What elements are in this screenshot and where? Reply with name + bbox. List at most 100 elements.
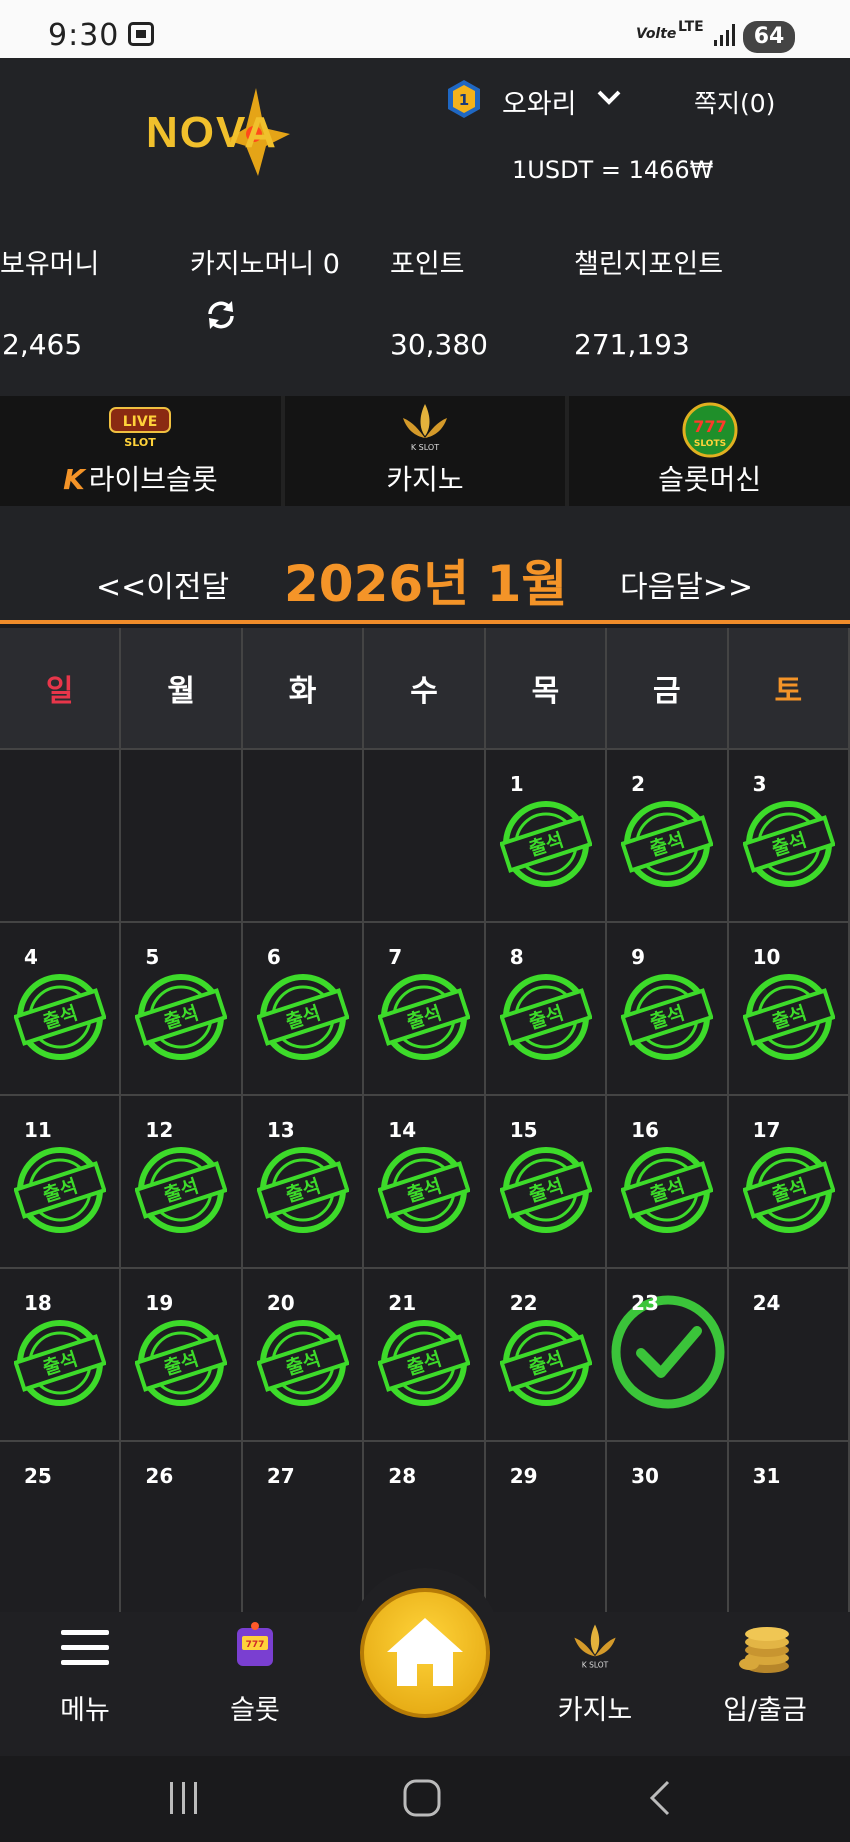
calendar-day-cell[interactable]: 출석 10 — [728, 923, 850, 1096]
calendar-day-cell[interactable]: 출석 20 — [242, 1269, 365, 1442]
attendance-stamp-icon: 출석 — [378, 1320, 471, 1406]
calendar-day-cell[interactable]: 26 — [121, 1442, 243, 1615]
calendar-day-cell[interactable]: 출석 3 — [728, 750, 850, 923]
category-slot-machine[interactable]: 777 SLOTS 슬롯머신 — [569, 396, 850, 506]
messages-link[interactable]: 쪽지(0) — [694, 84, 775, 120]
challenge-point-label: 챌린지포인트 — [574, 249, 724, 280]
nova-logo[interactable]: NOVA — [146, 108, 278, 158]
weekday-sun: 일 — [0, 628, 122, 750]
home-system-icon[interactable] — [402, 1778, 442, 1818]
category-casino[interactable]: K SLOT 카지노 — [285, 396, 570, 506]
calendar-grid: 출석 1 출석 2 출석 3 출석 4 출석 5 출석 6 출석 7 출석 8 출석 9 출석 10 출석 11 출석 12 출… — [0, 750, 850, 1615]
day-number: 27 — [266, 1464, 295, 1488]
calendar-day-cell[interactable]: 출석 1 — [485, 750, 608, 923]
calendar-day-cell[interactable]: 출석 12 — [121, 1096, 243, 1269]
attendance-stamp-icon: 출석 — [14, 974, 106, 1060]
nav-casino-label: 카지노 — [557, 1695, 633, 1726]
calendar-day-cell[interactable]: 출석 16 — [607, 1096, 729, 1269]
volte-indicator: Volte — [636, 26, 677, 42]
refresh-icon[interactable] — [204, 298, 238, 332]
day-number: 18 — [24, 1291, 52, 1315]
prev-month-button[interactable]: <<이전달 — [96, 562, 229, 606]
day-number: 10 — [752, 945, 781, 969]
calendar-empty-cell — [121, 750, 243, 923]
calendar-day-cell[interactable]: 출석 2 — [607, 750, 729, 923]
calendar-day-cell[interactable]: 30 — [607, 1442, 729, 1615]
nav-slot[interactable]: 777 슬롯 — [200, 1612, 310, 1756]
calendar-day-cell[interactable]: 출석 8 — [485, 923, 608, 1096]
day-number: 26 — [145, 1464, 174, 1488]
home-button[interactable] — [360, 1588, 490, 1718]
nav-slot-label: 슬롯 — [230, 1695, 280, 1726]
day-number: 25 — [24, 1464, 52, 1488]
svg-text:SLOTS: SLOTS — [694, 439, 726, 449]
calendar-day-cell[interactable]: 출석 5 — [121, 923, 243, 1096]
nav-menu[interactable]: 메뉴 — [30, 1612, 140, 1756]
calendar-day-cell[interactable]: 출석 17 — [728, 1096, 850, 1269]
attendance-stamp-icon: 출석 — [621, 1147, 714, 1233]
attendance-stamp-icon: 출석 — [621, 801, 714, 887]
svg-text:777: 777 — [693, 417, 726, 436]
day-number: 31 — [752, 1464, 781, 1488]
day-number: 13 — [266, 1118, 295, 1142]
calendar-day-cell[interactable]: 출석 18 — [0, 1269, 122, 1442]
signal-icon — [714, 24, 735, 46]
calendar-day-cell[interactable]: 출석 9 — [607, 923, 729, 1096]
calendar-day-cell[interactable]: 31 — [728, 1442, 850, 1615]
calendar-day-cell[interactable]: 25 — [0, 1442, 122, 1615]
hold-money-value: 2,465 — [2, 328, 83, 361]
calendar-day-cell[interactable]: 출석 4 — [0, 923, 122, 1096]
calendar-day-cell[interactable]: 출석 14 — [364, 1096, 486, 1269]
system-navigation-bar — [0, 1756, 850, 1842]
chevron-down-icon[interactable] — [596, 86, 622, 108]
day-number: 1 — [509, 772, 524, 796]
challenge-point-value: 271,193 — [574, 328, 690, 361]
casino-money-label: 카지노머니 0 — [190, 249, 340, 280]
attendance-calendar: 일 월 화 수 목 금 토 출석 1 출석 2 출석 3 출석 4 출석 5 출석 6 출석 7 출석 8 출석… — [0, 628, 850, 1615]
svg-text:LIVE: LIVE — [123, 414, 158, 430]
screenshot-icon — [128, 22, 154, 46]
calendar-day-cell[interactable]: 출석 11 — [0, 1096, 122, 1269]
calendar-day-cell[interactable]: 출석 6 — [242, 923, 365, 1096]
day-number: 30 — [631, 1464, 659, 1488]
attendance-stamp-icon: 출석 — [135, 1147, 228, 1233]
calendar-day-cell[interactable]: 24 — [728, 1269, 850, 1442]
day-number: 21 — [388, 1291, 417, 1315]
day-number: 23 — [631, 1291, 659, 1315]
day-number: 22 — [509, 1291, 538, 1315]
clock: 9:30 — [48, 18, 120, 53]
nav-deposit[interactable]: 입/출금 — [705, 1612, 825, 1756]
k-slot-lotus-icon: K SLOT — [403, 404, 447, 452]
calendar-day-cell[interactable]: 27 — [242, 1442, 365, 1615]
day-number: 7 — [388, 945, 403, 969]
attendance-stamp-icon: 출석 — [742, 1147, 835, 1233]
calendar-day-cell[interactable]: 출석 22 — [485, 1269, 608, 1442]
calendar-day-cell[interactable]: 출석 19 — [121, 1269, 243, 1442]
day-number: 17 — [752, 1118, 781, 1142]
k-icon: K — [63, 463, 85, 496]
casino-lotus-icon: K SLOT — [574, 1624, 616, 1670]
weekday-sat: 토 — [728, 628, 850, 750]
nav-casino[interactable]: K SLOT 카지노 — [540, 1612, 650, 1756]
next-month-button[interactable]: 다음달>> — [620, 562, 753, 606]
attendance-stamp-icon: 출석 — [14, 1320, 106, 1406]
recent-apps-icon[interactable] — [164, 1778, 204, 1818]
calendar-day-cell[interactable]: 출석 15 — [485, 1096, 608, 1269]
rank-number: 1 — [459, 91, 469, 109]
calendar-day-cell[interactable]: 출석 7 — [364, 923, 486, 1096]
back-icon[interactable] — [640, 1778, 680, 1818]
attendance-stamp-icon: 출석 — [742, 974, 835, 1060]
attendance-stamp-icon: 출석 — [499, 1147, 592, 1233]
nav-menu-label: 메뉴 — [60, 1695, 110, 1726]
balance-panel — [0, 213, 850, 396]
month-title: 2026년 1월 — [284, 555, 568, 613]
calendar-day-cell[interactable]: 29 — [485, 1442, 608, 1615]
username[interactable]: 오와리 — [502, 82, 577, 121]
svg-text:777: 777 — [246, 1640, 265, 1650]
calendar-day-cell[interactable]: 출석 13 — [242, 1096, 365, 1269]
calendar-day-cell[interactable]: 23 — [607, 1269, 729, 1442]
category-live-slot[interactable]: LIVE SLOT K 라이브슬롯 — [0, 396, 285, 506]
calendar-day-cell[interactable]: 출석 21 — [364, 1269, 486, 1442]
day-number: 12 — [145, 1118, 174, 1142]
calendar-empty-cell — [0, 750, 122, 923]
